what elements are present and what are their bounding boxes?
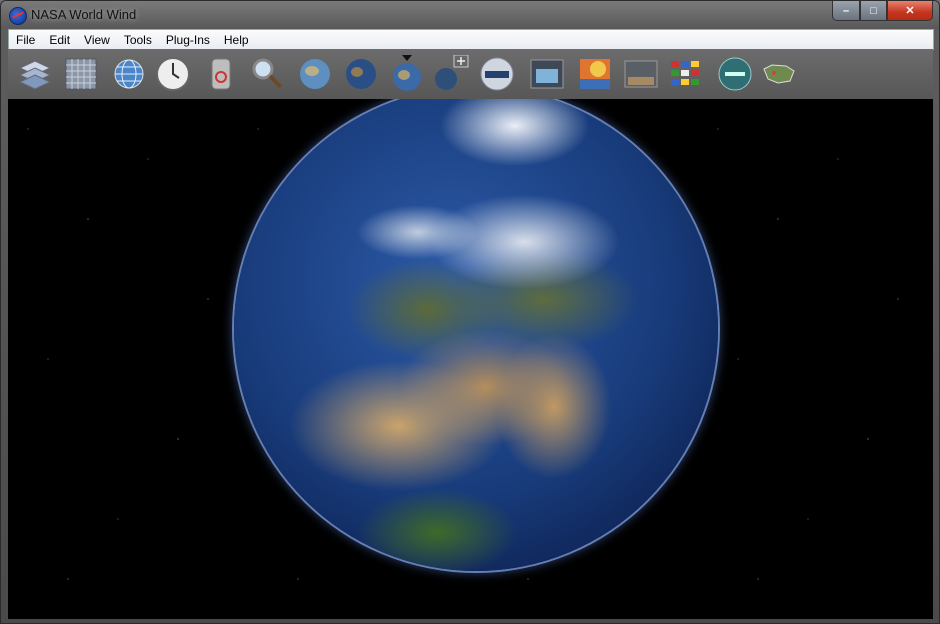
window-title: NASA World Wind <box>31 7 137 22</box>
title-bar: NASA World Wind – □ ✕ <box>1 1 939 29</box>
astronomy-icon[interactable] <box>622 55 660 93</box>
earth-globe[interactable] <box>234 99 718 571</box>
menu-bar: File Edit View Tools Plug-Ins Help <box>8 29 934 50</box>
maximize-button[interactable]: □ <box>860 1 887 21</box>
wms-icon[interactable] <box>528 55 566 93</box>
magnifier-icon[interactable] <box>248 55 286 93</box>
earth-blue-marble-icon[interactable] <box>296 55 334 93</box>
menu-help[interactable]: Help <box>217 33 256 47</box>
toolbar <box>8 49 933 99</box>
minimize-button[interactable]: – <box>832 1 860 21</box>
flags-icon[interactable] <box>668 55 706 93</box>
scale-icon[interactable] <box>202 55 240 93</box>
menu-edit[interactable]: Edit <box>42 33 77 47</box>
menu-view[interactable]: View <box>77 33 117 47</box>
menu-file[interactable]: File <box>9 33 42 47</box>
wireframe-globe-icon[interactable] <box>110 55 148 93</box>
modis-icon[interactable] <box>478 55 516 93</box>
add-globe-icon[interactable] <box>432 55 470 93</box>
menu-tools[interactable]: Tools <box>117 33 159 47</box>
nasa-logo-icon <box>9 7 27 25</box>
menu-plug-ins[interactable]: Plug-Ins <box>159 33 217 47</box>
layers-icon[interactable] <box>16 55 54 93</box>
clock-icon[interactable] <box>154 55 192 93</box>
grid-icon[interactable] <box>62 55 100 93</box>
close-button[interactable]: ✕ <box>887 1 933 21</box>
usa-map-icon[interactable] <box>760 55 798 93</box>
earth-selected-icon[interactable] <box>388 55 426 93</box>
globe-viewport[interactable] <box>8 99 933 619</box>
window-controls: – □ ✕ <box>832 1 933 21</box>
heatmap-icon[interactable] <box>576 55 614 93</box>
landmarks-icon[interactable] <box>716 55 754 93</box>
earth-dark-icon[interactable] <box>342 55 380 93</box>
app-window: NASA World Wind – □ ✕ File Edit View Too… <box>0 0 940 624</box>
